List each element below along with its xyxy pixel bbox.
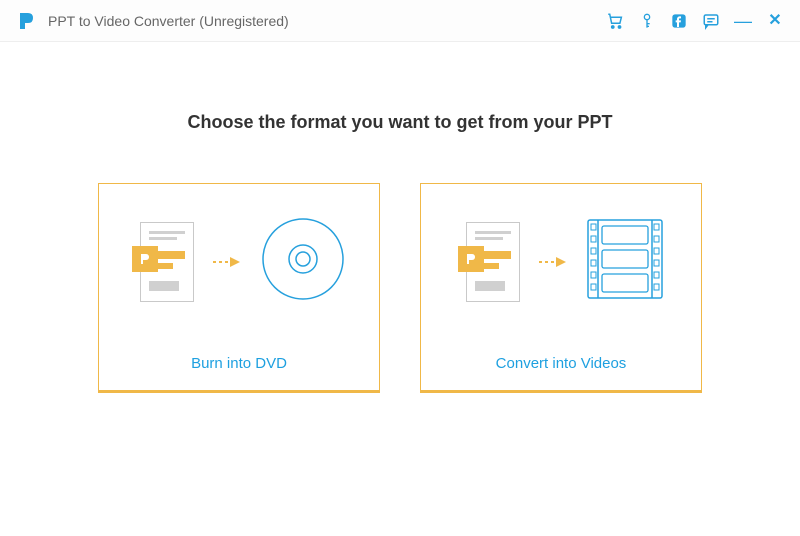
arrow-right-icon [538, 255, 568, 269]
key-icon[interactable] [638, 12, 656, 30]
ppt-document-icon [132, 222, 194, 302]
format-cards: Burn into DVD [98, 183, 702, 393]
titlebar: PPT to Video Converter (Unregistered) [0, 0, 800, 42]
window-title: PPT to Video Converter (Unregistered) [48, 13, 606, 29]
shopping-cart-icon[interactable] [606, 12, 624, 30]
video-film-icon [586, 216, 664, 307]
feedback-icon[interactable] [702, 12, 720, 30]
burn-dvd-graphic [99, 184, 379, 339]
arrow-right-icon [212, 255, 242, 269]
ppt-document-icon [458, 222, 520, 302]
burn-dvd-label: Burn into DVD [191, 339, 287, 390]
facebook-icon[interactable] [670, 12, 688, 30]
convert-video-card[interactable]: Convert into Videos [420, 183, 702, 393]
page-heading: Choose the format you want to get from y… [187, 112, 612, 133]
convert-video-label: Convert into Videos [496, 339, 627, 390]
titlebar-actions: — ✕ [606, 12, 784, 30]
burn-dvd-card[interactable]: Burn into DVD [98, 183, 380, 393]
main-content: Choose the format you want to get from y… [0, 42, 800, 536]
dvd-disc-icon [260, 216, 346, 307]
minimize-button[interactable]: — [734, 12, 752, 30]
close-button[interactable]: ✕ [766, 12, 784, 30]
convert-video-graphic [421, 184, 701, 339]
app-logo-icon [16, 10, 38, 32]
app-window: PPT to Video Converter (Unregistered) [0, 0, 800, 536]
